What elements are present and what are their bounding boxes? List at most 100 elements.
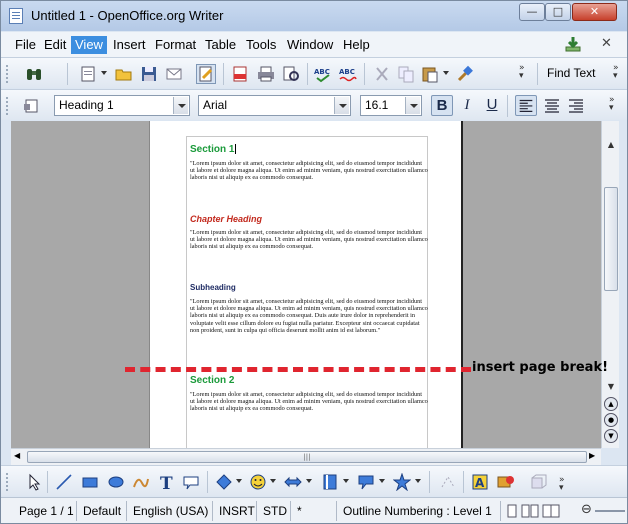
toolbar-grip[interactable] [5,472,9,492]
zoom-slider[interactable] [595,510,625,512]
insert-picture-icon[interactable] [497,473,515,491]
status-selection-mode[interactable]: STD [259,501,291,521]
heading-section-1[interactable]: Section 1 [190,144,237,155]
toolbar-overflow-icon[interactable]: » ▾ [519,64,529,81]
minimize-button[interactable]: — [519,3,545,21]
callout-icon[interactable] [182,473,200,491]
navigation-icon[interactable]: ● [604,413,618,427]
align-right-icon[interactable] [565,95,587,116]
rectangle-icon[interactable] [81,473,99,491]
next-page-icon[interactable]: ▼ [604,429,618,443]
symbol-shapes-dropdown-arrow[interactable] [270,479,276,483]
print-icon[interactable] [257,65,275,83]
heading-section-2[interactable]: Section 2 [190,375,234,386]
font-name-select[interactable]: Arial [198,95,351,116]
drawing-toolbar-overflow-icon[interactable]: » ▾ [559,476,569,493]
italic-button[interactable]: I [456,95,478,116]
toolbar-grip[interactable] [5,64,9,84]
paragraph[interactable]: "Lorem ipsum dolor sit amet, consectetur… [190,160,428,182]
scroll-down-icon[interactable]: ▼ [603,379,619,395]
menu-view[interactable]: View [71,36,107,54]
bold-button[interactable]: B [431,95,453,116]
page[interactable]: Section 1 "Lorem ipsum dolor sit amet, c… [149,121,463,448]
open-folder-icon[interactable] [115,65,133,83]
paragraph[interactable]: "Lorem ipsum dolor sit amet, consectetur… [190,229,428,251]
new-dropdown-arrow[interactable] [101,71,107,75]
ellipse-icon[interactable] [107,473,125,491]
points-icon[interactable] [439,473,457,491]
formatting-toolbar-overflow-icon[interactable]: » ▾ [609,96,619,113]
align-center-icon[interactable] [541,95,563,116]
close-document-icon[interactable]: ✕ [601,36,612,51]
flowchart-icon[interactable] [321,473,339,491]
single-page-view-icon[interactable] [505,504,519,518]
spellcheck-icon[interactable]: ABC [314,65,332,83]
paragraph[interactable]: "Lorem ipsum dolor sit amet, consectetur… [190,298,428,334]
email-icon[interactable] [165,65,183,83]
document-area[interactable]: Section 1 "Lorem ipsum dolor sit amet, c… [11,121,601,448]
menu-table[interactable]: Table [201,36,240,54]
fontwork-icon[interactable]: A [471,473,489,491]
format-paintbrush-icon[interactable] [456,65,474,83]
freeform-line-icon[interactable] [132,473,150,491]
status-page[interactable]: Page 1 / 1 [15,501,77,521]
chevron-down-icon[interactable] [173,97,188,114]
status-language[interactable]: English (USA) [129,501,213,521]
scroll-left-icon[interactable]: ◀ [14,451,20,460]
paragraph[interactable]: "Lorem ipsum dolor sit amet, consectetur… [190,391,428,413]
symbol-shapes-icon[interactable] [249,473,267,491]
close-button[interactable]: ✕ [572,3,617,21]
text-tool-icon[interactable]: T [157,473,175,491]
binoculars-icon[interactable] [25,65,43,83]
extrusion-icon[interactable] [529,473,547,491]
paste-dropdown-arrow[interactable] [443,71,449,75]
basic-shapes-icon[interactable] [215,473,233,491]
status-page-style[interactable]: Default [79,501,127,521]
horizontal-scrollbar[interactable]: ◀ ||| ▶ [11,448,601,465]
callouts-dropdown-arrow[interactable] [379,479,385,483]
save-icon[interactable] [140,65,158,83]
update-download-icon[interactable] [563,35,583,53]
chapter-heading[interactable]: Chapter Heading [190,214,262,224]
new-document-icon[interactable] [79,65,97,83]
font-size-select[interactable]: 16.1 [360,95,422,116]
edit-file-icon[interactable] [196,64,216,84]
block-arrows-icon[interactable] [284,473,302,491]
cut-icon[interactable] [373,65,391,83]
paste-icon[interactable] [421,65,439,83]
chevron-down-icon[interactable] [405,97,420,114]
stars-icon[interactable] [393,473,411,491]
menu-format[interactable]: Format [151,36,200,54]
book-view-icon[interactable] [542,504,560,518]
toolbar-grip[interactable] [5,96,9,116]
copy-icon[interactable] [397,65,415,83]
align-left-icon[interactable] [515,95,537,116]
flowchart-dropdown-arrow[interactable] [343,479,349,483]
menu-edit[interactable]: Edit [40,36,70,54]
callouts-shape-icon[interactable] [357,473,375,491]
chevron-down-icon[interactable] [334,97,349,114]
maximize-button[interactable]: □ [545,3,571,21]
multi-page-view-icon[interactable] [521,504,539,518]
scroll-up-icon[interactable]: ▲ [603,137,619,153]
find-text-label[interactable]: Find Text [547,66,595,80]
page-preview-icon[interactable] [282,65,300,83]
line-icon[interactable] [55,473,73,491]
previous-page-icon[interactable]: ▲ [604,397,618,411]
styles-formatting-icon[interactable] [23,97,41,115]
status-insert-mode[interactable]: INSRT [215,501,257,521]
basic-shapes-dropdown-arrow[interactable] [236,479,242,483]
menu-insert[interactable]: Insert [109,36,150,54]
stars-dropdown-arrow[interactable] [415,479,421,483]
find-toolbar-overflow-icon[interactable]: » ▾ [613,64,623,81]
menu-tools[interactable]: Tools [242,36,280,54]
subheading[interactable]: Subheading [190,283,236,292]
vertical-scrollbar[interactable]: ▲ ▼ ▲ ● ▼ [601,121,619,448]
select-arrow-icon[interactable] [25,473,43,491]
zoom-out-icon[interactable]: ⊖ [581,502,592,517]
menu-window[interactable]: Window [283,36,337,54]
menu-file[interactable]: File [11,36,40,54]
block-arrows-dropdown-arrow[interactable] [306,479,312,483]
vertical-scroll-thumb[interactable] [604,187,618,291]
horizontal-scroll-thumb[interactable]: ||| [27,451,587,463]
